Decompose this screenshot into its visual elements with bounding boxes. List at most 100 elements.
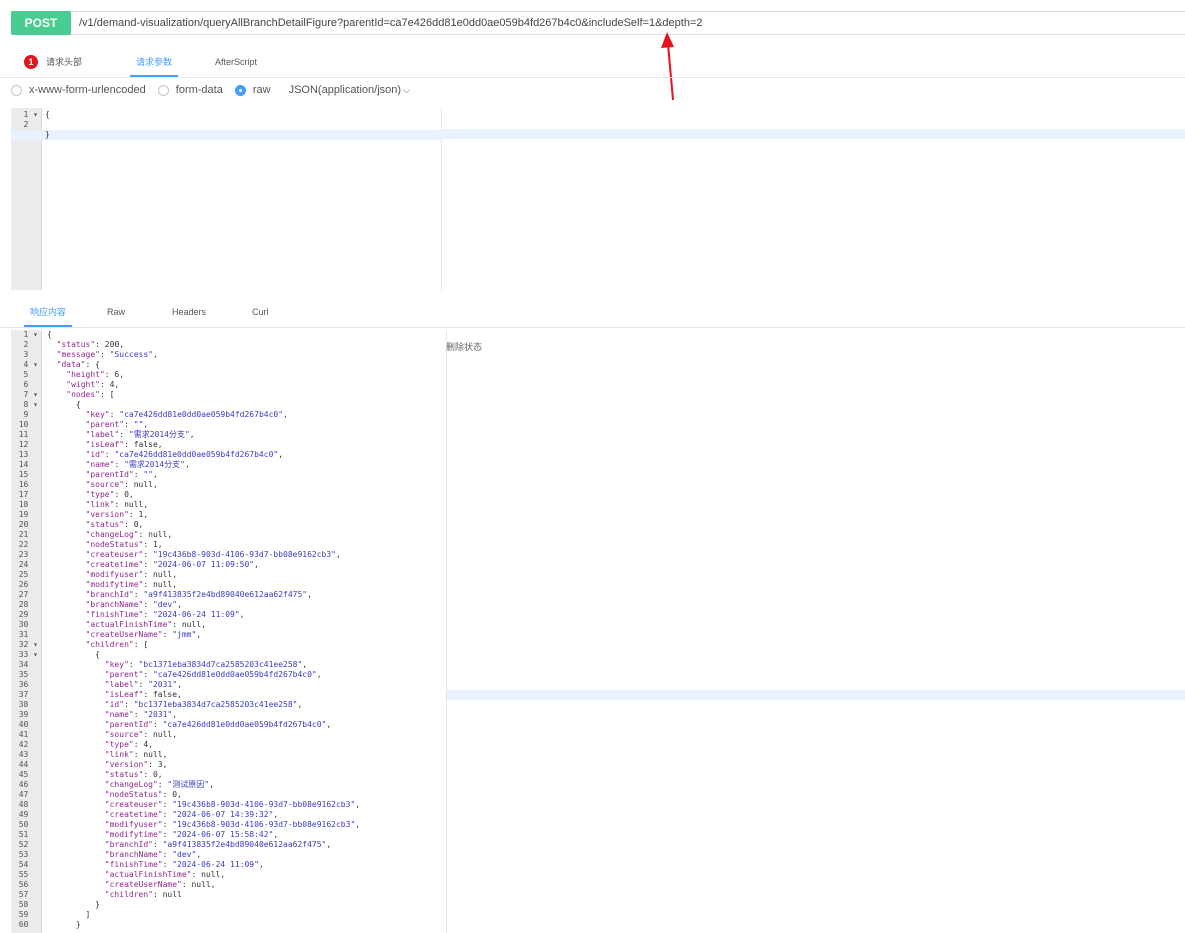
code-line: "isLeaf": false, [85, 440, 163, 449]
code-line: "id": "bc1371eba3834d7ca2585203c41ee258"… [104, 700, 303, 709]
code-line: "parent": "", [85, 420, 149, 429]
code-line: "modifyuser": "19c436b8-903d-4106-93d7-b… [104, 820, 361, 829]
tab-request-headers[interactable]: 1 请求头部 [24, 46, 130, 77]
tab-raw[interactable]: Raw [107, 296, 125, 327]
code-line: "parentId": "", [85, 470, 158, 479]
line-number: 53 [18, 850, 38, 859]
format-dropdown[interactable]: JSON(application/json) ⌵ [289, 84, 410, 96]
line-number: 41 [18, 730, 38, 739]
code-line: "parent": "ca7e426dd81e0dd0ae059b4fd267b… [104, 670, 322, 679]
radio-raw[interactable]: raw [234, 84, 271, 96]
code-line: "branchId": "a9f413835f2e4bd89040e612aa6… [104, 840, 332, 849]
radio-form-data[interactable]: form-data [157, 84, 223, 96]
line-number: 59 [18, 910, 38, 919]
line-number: 28 [18, 600, 38, 609]
line-number: 8 ▾ [23, 400, 38, 409]
line-number: 3 [23, 350, 38, 359]
line-number: 19 [18, 510, 38, 519]
line-number: 31 [18, 630, 38, 639]
method-post-button[interactable]: POST [11, 10, 71, 35]
viewer-splitter[interactable] [446, 330, 447, 933]
tab-response-content[interactable]: 响应内容 [24, 296, 72, 327]
line-number: 42 [18, 740, 38, 749]
tab-request-params[interactable]: 请求参数 [130, 46, 178, 77]
radio-label: form-data [175, 84, 223, 96]
tab-label: 请求参数 [135, 57, 172, 67]
code-line: "isLeaf": false, [104, 690, 182, 699]
line-number: 11 [18, 430, 38, 439]
code-line: { [47, 650, 100, 659]
code-line: ] [47, 910, 91, 919]
code-line: "link": null, [85, 500, 149, 509]
code-line: "createuser": "19c436b8-903d-4106-93d7-b… [85, 550, 341, 559]
line-number: 25 [18, 570, 38, 579]
radio-selected-icon [234, 84, 246, 96]
request-url[interactable]: /v1/demand-visualization/queryAllBranchD… [71, 17, 703, 29]
line-number: 34 [18, 660, 38, 669]
line-number: 47 [18, 790, 38, 799]
response-body-viewer[interactable]: 1 ▾ 2 3 4 ▾ 5 6 7 ▾ 8 ▾ 9 10 11 12 13 14 15 … [11, 330, 446, 933]
line-number: 2 [23, 120, 38, 129]
tab-label: Headers [172, 306, 207, 317]
headers-count-badge: 1 [24, 54, 38, 69]
code-line: "branchName": "dev", [85, 600, 182, 609]
code-line: "modifyuser": null, [85, 570, 178, 579]
line-number: 54 [18, 860, 38, 869]
side-panel-label: 删除状态 [446, 342, 483, 352]
code-area[interactable]: {} [11, 108, 441, 290]
line-number: 33 ▾ [18, 650, 38, 659]
line-number: 22 [18, 540, 38, 549]
line-number: 45 [18, 770, 38, 779]
line-number: 37 [18, 690, 38, 699]
radio-urlencoded[interactable]: x-www-form-urlencoded [11, 84, 146, 96]
code-line: "createtime": "2024-06-07 11:09:50", [85, 560, 259, 569]
code-line: "id": "ca7e426dd81e0dd0ae059b4fd267b4c0"… [85, 450, 284, 459]
code-line: "key": "ca7e426dd81e0dd0ae059b4fd267b4c0… [85, 410, 288, 419]
line-number: 46 [18, 780, 38, 789]
tab-curl[interactable]: Curl [252, 296, 269, 327]
code-line: "name": "需求2014分支", [85, 460, 190, 469]
line-number: 2 [23, 340, 38, 349]
format-label: JSON(application/json) [288, 84, 402, 96]
line-number: 21 [18, 530, 38, 539]
code-area[interactable]: { "status": 200, "message": "Success", "… [42, 330, 446, 933]
line-number: 4 ▾ [23, 360, 38, 369]
code-line: { [47, 400, 81, 409]
line-number: 1 ▾ [23, 110, 38, 119]
url-bar[interactable]: POST /v1/demand-visualization/queryAllBr… [11, 10, 1185, 35]
tab-headers[interactable]: Headers [172, 296, 206, 327]
code-line: } [45, 130, 50, 139]
line-number: 9 [23, 410, 38, 419]
request-tabs: 1 请求头部 请求参数 AfterScript [24, 46, 257, 77]
line-number: 23 [18, 550, 38, 559]
code-line: "label": "需求2014分支", [85, 430, 195, 439]
annotation-arrow-icon [661, 32, 674, 101]
line-number: 56 [18, 880, 38, 889]
code-line: "finishTime": "2024-06-24 11:09", [104, 860, 264, 869]
line-gutter: 1 ▾ 2 3 4 ▾ 5 6 7 ▾ 8 ▾ 9 10 11 12 13 14 15 … [11, 330, 42, 933]
divider [0, 327, 1185, 328]
code-line: "children": [ [85, 640, 149, 649]
line-number: 1 ▾ [23, 330, 38, 339]
code-line: "modifytime": null, [85, 580, 178, 589]
line-number: 26 [18, 580, 38, 589]
code-line: "nodeStatus": 0, [104, 790, 182, 799]
response-tabs: 响应内容 Raw Headers Curl [24, 296, 269, 327]
code-line: "createtime": "2024-06-07 14:39:32", [104, 810, 279, 819]
line-number: 60 [18, 920, 38, 929]
code-line: "children": null [104, 890, 182, 899]
code-line: "wight": 4, [66, 380, 120, 389]
line-number: 36 [18, 680, 38, 689]
request-body-editor[interactable]: 1 ▾2 3 {} [11, 108, 441, 290]
tab-afterscript[interactable]: AfterScript [215, 46, 257, 77]
code-line: "source": null, [104, 730, 178, 739]
tab-label: Curl [252, 306, 269, 317]
line-number: 29 [18, 610, 38, 619]
line-number: 15 [18, 470, 38, 479]
body-type-selector: x-www-form-urlencoded form-data raw JSON… [11, 84, 422, 96]
line-number: 30 [18, 620, 38, 629]
code-line: "changeLog": "测试原因", [104, 780, 214, 789]
line-number: 6 [23, 380, 38, 389]
line-number: 24 [18, 560, 38, 569]
code-line: "status": 0, [104, 770, 163, 779]
